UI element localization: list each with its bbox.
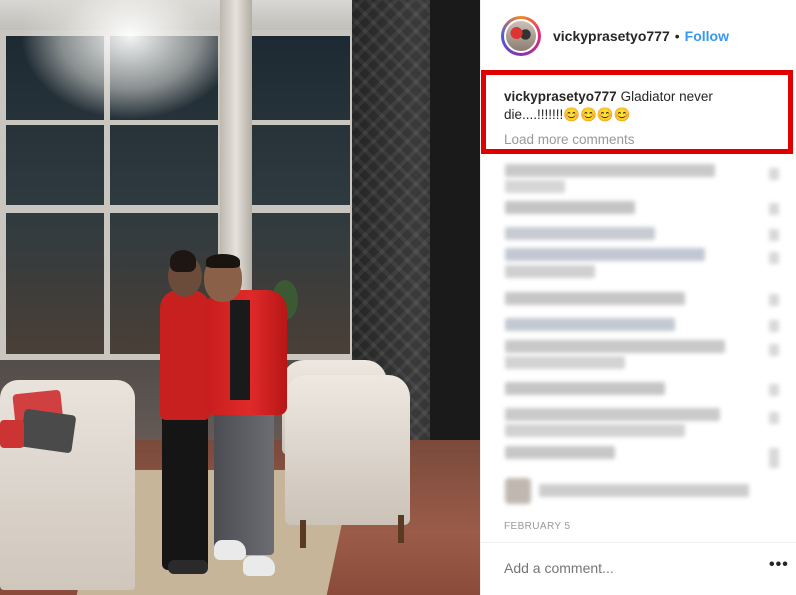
photo-pillow: [0, 420, 24, 448]
blurred-comment: [505, 446, 615, 459]
photo-person-woman: [160, 290, 210, 420]
blurred-like-icon: [769, 168, 779, 180]
blurred-comment: [505, 292, 685, 305]
blurred-comment: [505, 424, 685, 437]
avatar-image: [504, 19, 538, 53]
photo-chandelier: [20, 0, 240, 120]
photo-person-woman: [162, 400, 208, 570]
caption-username[interactable]: vickyprasetyo777: [504, 89, 617, 104]
blurred-comment: [505, 408, 720, 421]
blurred-like-icon: [769, 294, 779, 306]
blurred-comment: [539, 484, 749, 497]
photo-pillow: [19, 408, 77, 454]
photo-armchair: [285, 375, 410, 525]
blurred-like-icon: [769, 344, 779, 356]
post-date: FEBRUARY 5: [504, 521, 571, 532]
photo-person-man: [243, 556, 275, 576]
blurred-like-icon: [769, 412, 779, 424]
photo-person-woman: [170, 250, 196, 272]
blurred-comment: [505, 340, 725, 353]
blurred-comment: [505, 164, 715, 177]
photo-person-man: [214, 540, 246, 560]
add-comment-input[interactable]: [504, 560, 754, 576]
header-username[interactable]: vickyprasetyo777: [553, 28, 670, 44]
blurred-like-icon: [769, 384, 779, 396]
profile-avatar[interactable]: [501, 16, 541, 56]
blurred-comment: [505, 356, 625, 369]
blurred-comment: [505, 382, 665, 395]
blurred-comment: [505, 180, 565, 193]
blurred-comment: [505, 248, 705, 261]
blurred-like-icon: [769, 203, 779, 215]
more-options-icon[interactable]: •••: [769, 556, 789, 574]
photo-chair-leg: [398, 515, 404, 543]
blurred-like-icon: [769, 252, 779, 264]
blurred-comment: [505, 227, 655, 240]
photo-person-man: [214, 410, 274, 555]
photo-person-man: [230, 300, 250, 400]
post-header: vickyprasetyo777 • Follow: [481, 0, 796, 72]
blurred-like-icon: [769, 320, 779, 332]
comment-divider: [481, 542, 796, 543]
blurred-avatar: [505, 478, 531, 504]
photo-person-man: [206, 254, 240, 268]
post-caption: vickyprasetyo777 Gladiator never die....!…: [504, 88, 764, 124]
blurred-comment: [505, 265, 595, 278]
blurred-comment: [505, 318, 675, 331]
photo-window-frame: [0, 205, 360, 213]
post-sidebar: vickyprasetyo777 • Follow vickyprasetyo7…: [480, 0, 796, 595]
header-separator: •: [674, 28, 680, 44]
post-photo[interactable]: [0, 0, 480, 595]
blurred-like-icon: [769, 229, 779, 241]
photo-chair-leg: [300, 520, 306, 548]
blurred-like-icon: [769, 448, 779, 468]
follow-button[interactable]: Follow: [685, 28, 729, 44]
load-more-comments-link[interactable]: Load more comments: [504, 132, 635, 147]
photo-window-frame: [0, 120, 360, 125]
photo-person-woman: [168, 560, 208, 574]
blurred-comment: [505, 201, 635, 214]
